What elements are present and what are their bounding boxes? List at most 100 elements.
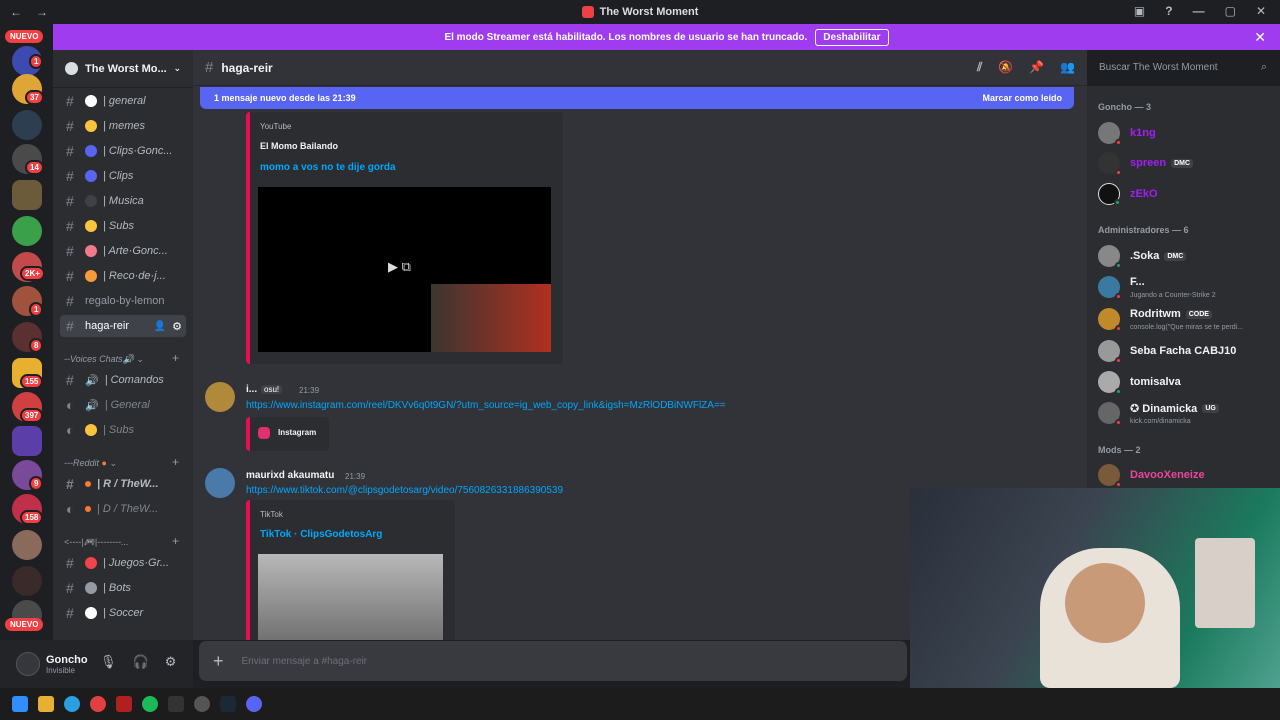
- video-player[interactable]: ▶ ⧉: [258, 187, 551, 352]
- new-badge-top[interactable]: NUEVO: [5, 30, 44, 43]
- channel-item-active[interactable]: # haga-reir 👤 ⚙: [60, 315, 186, 337]
- user-avatar[interactable]: [16, 652, 40, 676]
- member-item[interactable]: tomisalva: [1098, 369, 1273, 395]
- status-dot: [1114, 199, 1121, 206]
- mute-icon[interactable]: 🔕: [998, 60, 1013, 75]
- message-author[interactable]: i...: [246, 384, 257, 395]
- pin-icon[interactable]: 📌: [1029, 60, 1044, 75]
- chrome-icon[interactable]: [90, 696, 106, 712]
- channel-item[interactable]: # | Musica: [60, 190, 186, 212]
- app-icon[interactable]: [168, 696, 184, 712]
- new-messages-bar[interactable]: 1 mensaje nuevo desde las 21:39 Marcar c…: [200, 87, 1074, 109]
- category-reddit[interactable]: ---Reddit ● ⌄ +: [64, 455, 179, 469]
- server-header[interactable]: The Worst Mo... ⌄: [53, 50, 193, 88]
- status-dot: [1115, 293, 1122, 300]
- discord-icon[interactable]: [246, 696, 262, 712]
- add-attachment-icon[interactable]: +: [213, 651, 224, 672]
- channel-name: | Clips·Gonc...: [103, 145, 173, 157]
- member-item[interactable]: Rodritwm CODE console.log("Que miras se te…: [1098, 306, 1273, 332]
- channel-item[interactable]: # | Bots: [60, 577, 186, 599]
- message-input[interactable]: + Enviar mensaje a #haga-reir: [199, 641, 907, 681]
- channel-item[interactable]: # | Juegos·Gr...: [60, 552, 186, 574]
- channel-item[interactable]: # | Clips: [60, 165, 186, 187]
- member-item[interactable]: .Soka DMC: [1098, 243, 1273, 269]
- gear-icon[interactable]: ⚙: [165, 654, 177, 670]
- search-input[interactable]: Buscar The Worst Moment ⌕: [1093, 58, 1273, 78]
- server-avatar-icon: [65, 62, 78, 75]
- channel-item[interactable]: # | R / TheW...: [60, 473, 186, 495]
- member-item[interactable]: k1ng: [1098, 120, 1273, 146]
- member-item[interactable]: ✪ Dinamicka UG kick.com/dinamicka: [1098, 400, 1273, 426]
- edge-icon[interactable]: [64, 696, 80, 712]
- member-list-icon[interactable]: 👥: [1060, 60, 1075, 75]
- forward-arrow-icon[interactable]: →: [36, 5, 48, 19]
- message-author[interactable]: maurixd akaumatu: [246, 470, 334, 481]
- play-icon[interactable]: ▶ ⧉: [388, 259, 411, 275]
- channel-item[interactable]: # | Clips·Gonc...: [60, 140, 186, 162]
- author-avatar[interactable]: [205, 382, 235, 412]
- status-dot: [1115, 169, 1122, 176]
- inbox-icon[interactable]: ▣: [1134, 4, 1145, 18]
- disable-streamer-button[interactable]: Deshabilitar: [815, 28, 889, 46]
- channel-item[interactable]: # | general: [60, 90, 186, 112]
- voice-channel-item[interactable]: ◐ | Subs: [60, 419, 186, 441]
- author-avatar[interactable]: [205, 468, 235, 498]
- add-channel-icon[interactable]: +: [172, 351, 179, 365]
- category-voice[interactable]: --Voices Chats🔊 ⌄ +: [64, 351, 179, 365]
- close-banner-icon[interactable]: ✕: [1254, 29, 1266, 46]
- member-item[interactable]: DavooXeneize: [1098, 462, 1273, 488]
- app-icon[interactable]: [194, 696, 210, 712]
- embed-description[interactable]: momo a vos no te dije gorda: [260, 162, 396, 173]
- channel-item[interactable]: # regalo-by-lemon: [60, 290, 186, 312]
- windows-start-icon[interactable]: [12, 696, 28, 712]
- minimize-button[interactable]: —: [1193, 4, 1205, 18]
- server-icon[interactable]: [12, 216, 42, 246]
- close-window-button[interactable]: ✕: [1256, 4, 1266, 18]
- message-link[interactable]: https://www.instagram.com/reel/DKVv6q0t9…: [246, 400, 726, 411]
- mark-read-button[interactable]: Marcar como leído: [982, 93, 1062, 103]
- server-icon[interactable]: [12, 566, 42, 596]
- member-activity: console.log("Que miras se te perdi...: [1130, 324, 1243, 331]
- channel-item[interactable]: ◐ | D / TheW...: [60, 498, 186, 520]
- microphone-icon[interactable]: 🎙: [100, 654, 117, 670]
- member-avatar: [1098, 276, 1122, 300]
- app-icon[interactable]: [116, 696, 132, 712]
- instagram-embed[interactable]: Instagram: [246, 417, 329, 451]
- server-icon[interactable]: [12, 426, 42, 456]
- embed-title[interactable]: TikTok · ClipsGodetosArg: [260, 529, 382, 540]
- channel-emoji-icon: [85, 245, 97, 257]
- voice-channel-item[interactable]: # 🔊 | Comandos: [60, 369, 186, 391]
- maximize-button[interactable]: ▢: [1225, 4, 1236, 18]
- server-icon[interactable]: [12, 180, 42, 210]
- headphones-icon[interactable]: 🎧: [133, 654, 149, 670]
- help-icon[interactable]: ?: [1165, 4, 1172, 18]
- status-dot: [1115, 388, 1122, 395]
- message-link[interactable]: https://www.tiktok.com/@clipsgodetosarg/…: [246, 485, 563, 496]
- gear-icon[interactable]: ⚙: [172, 320, 182, 333]
- threads-icon[interactable]: ⫽: [977, 60, 982, 75]
- member-item[interactable]: zEkO: [1098, 181, 1273, 207]
- channel-item[interactable]: # | Arte·Gonc...: [60, 240, 186, 262]
- add-channel-icon[interactable]: +: [172, 534, 179, 548]
- add-channel-icon[interactable]: +: [172, 455, 179, 469]
- member-item[interactable]: spreen DMC: [1098, 150, 1273, 176]
- video-thumbnail[interactable]: [258, 554, 443, 640]
- embed-title[interactable]: El Momo Bailando: [260, 141, 338, 151]
- channel-item[interactable]: # | Reco·de·j...: [60, 265, 186, 287]
- server-icon[interactable]: [12, 110, 42, 140]
- steam-icon[interactable]: [220, 696, 236, 712]
- spotify-icon[interactable]: [142, 696, 158, 712]
- member-item[interactable]: Seba Facha CABJ10: [1098, 338, 1273, 364]
- back-arrow-icon[interactable]: ←: [10, 5, 22, 19]
- member-item[interactable]: F... Jugando a Counter-Strike 2: [1098, 274, 1273, 300]
- server-icon[interactable]: [12, 530, 42, 560]
- channel-name: haga-reir: [85, 320, 130, 332]
- channel-item[interactable]: # | memes: [60, 115, 186, 137]
- voice-channel-item[interactable]: ◐ 🔊 | General: [60, 394, 186, 416]
- category-juegos[interactable]: <----|🎮|--------... +: [64, 534, 179, 548]
- channel-item[interactable]: # | Soccer: [60, 602, 186, 624]
- invite-icon[interactable]: 👤: [154, 321, 166, 332]
- channel-item[interactable]: # | Subs: [60, 215, 186, 237]
- new-badge-bottom[interactable]: NUEVO: [5, 618, 44, 631]
- file-explorer-icon[interactable]: [38, 696, 54, 712]
